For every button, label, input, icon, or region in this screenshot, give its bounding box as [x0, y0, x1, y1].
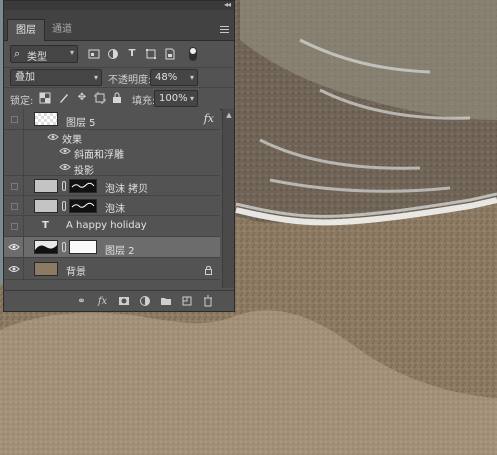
filter-row: ⌕ 类型 ▾ T	[4, 43, 234, 67]
layer-name: 泡沫 拷贝	[105, 184, 149, 195]
fx-icon[interactable]: fx	[96, 295, 109, 308]
layer-name: 图层 5	[66, 118, 96, 129]
effect-row[interactable]: 投影	[4, 159, 220, 177]
kind-filter-select[interactable]: ⌕ 类型 ▾	[10, 45, 78, 63]
effect-row[interactable]: 斜面和浮雕	[4, 144, 220, 161]
tab-channels[interactable]: 通道	[44, 19, 80, 40]
visibility-toggle[interactable]	[11, 203, 18, 210]
adjustment-filter-icon[interactable]	[107, 48, 119, 60]
mask-thumbnail[interactable]	[69, 179, 97, 193]
chevron-down-icon: ▾	[93, 73, 98, 82]
type-layer-icon: T	[42, 220, 49, 231]
panel-tab-bar: 图层 通道	[4, 10, 234, 41]
smart-object-filter-icon[interactable]	[164, 48, 176, 60]
layer-thumbnail	[34, 262, 58, 276]
layer-name: 背景	[66, 267, 86, 278]
mask-thumbnail[interactable]	[69, 199, 97, 213]
group-folder-icon[interactable]	[159, 295, 172, 308]
layer-name: 泡沫	[105, 204, 125, 215]
eye-icon[interactable]	[59, 163, 71, 171]
lock-all-icon[interactable]	[111, 92, 123, 104]
type-filter-icon[interactable]: T	[126, 48, 138, 60]
tab-layers[interactable]: 图层	[7, 19, 45, 41]
lock-move-icon[interactable]: ✥	[76, 92, 88, 104]
lock-row: 锁定: ✥ 填充: 100% ▾	[4, 87, 234, 110]
adjustment-layer-icon[interactable]	[138, 295, 151, 308]
mask-thumbnail[interactable]	[69, 240, 97, 254]
layer-row-selected[interactable]: 图层 2	[4, 237, 220, 258]
filter-toggle-icon[interactable]	[189, 47, 197, 61]
layer-thumbnail	[34, 179, 58, 193]
blend-mode-value: 叠加	[15, 72, 35, 83]
layer-row[interactable]: 泡沫	[4, 196, 220, 216]
blend-mode-select[interactable]: 叠加 ▾	[10, 69, 102, 86]
lock-transparent-icon[interactable]	[39, 92, 51, 104]
layers-scrollbar[interactable]: ▲	[222, 109, 234, 288]
shape-filter-icon[interactable]	[145, 48, 157, 60]
opacity-label: 不透明度:	[108, 75, 152, 86]
effects-header-row[interactable]: 效果	[4, 130, 220, 146]
lock-label: 锁定:	[10, 96, 34, 107]
mask-link-icon[interactable]	[62, 242, 66, 252]
add-mask-icon[interactable]	[117, 295, 130, 308]
effect-name: 投影	[74, 166, 94, 177]
opacity-value: 48%	[155, 72, 178, 83]
pixel-filter-icon[interactable]	[88, 48, 100, 60]
fill-label: 填充:	[132, 96, 156, 107]
collapse-icon[interactable]: ◂◂	[224, 0, 231, 9]
layers-panel: ◂◂ 图层 通道 ⌕ 类型 ▾ T 叠加 ▾ 不透明度: 48% ▾ 锁定: ✥…	[3, 0, 235, 312]
layer-thumbnail	[34, 112, 58, 126]
fill-value: 100%	[159, 93, 188, 104]
mask-link-icon[interactable]	[62, 201, 66, 211]
fx-badge-icon[interactable]: fx	[204, 112, 214, 125]
chevron-down-icon: ▾	[189, 94, 194, 103]
layer-thumbnail	[34, 240, 58, 254]
layers-list: 图层 5 fx 效果 斜面和浮雕 投影 泡沫 拷贝 泡沫 T A happy h…	[4, 109, 220, 288]
eye-icon[interactable]	[8, 265, 20, 273]
trash-icon[interactable]	[201, 295, 214, 308]
visibility-toggle[interactable]	[11, 116, 18, 123]
visibility-toggle[interactable]	[11, 223, 18, 230]
scroll-up-icon[interactable]: ▲	[224, 111, 234, 119]
kind-filter-label: 类型	[27, 52, 47, 63]
panel-top-strip: ◂◂	[4, 0, 234, 10]
panel-footer: ⚭ fx	[4, 290, 234, 312]
eye-icon[interactable]	[47, 133, 59, 141]
link-layers-icon[interactable]: ⚭	[75, 295, 88, 308]
lock-brush-icon[interactable]	[58, 92, 70, 104]
chevron-down-icon: ▾	[69, 48, 74, 57]
blend-row: 叠加 ▾ 不透明度: 48% ▾	[4, 67, 234, 88]
chevron-down-icon: ▾	[189, 73, 194, 82]
layer-row[interactable]: 图层 5 fx	[4, 109, 220, 130]
eye-icon[interactable]	[59, 147, 71, 155]
new-layer-icon[interactable]	[180, 295, 193, 308]
lock-icon	[205, 266, 212, 275]
eye-icon[interactable]	[8, 243, 20, 251]
fill-input[interactable]: 100% ▾	[154, 90, 198, 107]
layer-thumbnail	[34, 199, 58, 213]
visibility-toggle[interactable]	[11, 183, 18, 190]
layer-row[interactable]: 背景	[4, 258, 220, 280]
search-icon: ⌕	[14, 47, 21, 60]
layer-row[interactable]: T A happy holiday	[4, 216, 220, 237]
layer-row[interactable]: 泡沫 拷贝	[4, 176, 220, 196]
layer-name: A happy holiday	[66, 220, 147, 231]
layer-name: 图层 2	[105, 246, 135, 257]
panel-menu-icon[interactable]	[220, 26, 229, 33]
opacity-input[interactable]: 48% ▾	[150, 69, 198, 86]
mask-link-icon[interactable]	[62, 181, 66, 191]
lock-artboard-icon[interactable]	[94, 92, 106, 104]
